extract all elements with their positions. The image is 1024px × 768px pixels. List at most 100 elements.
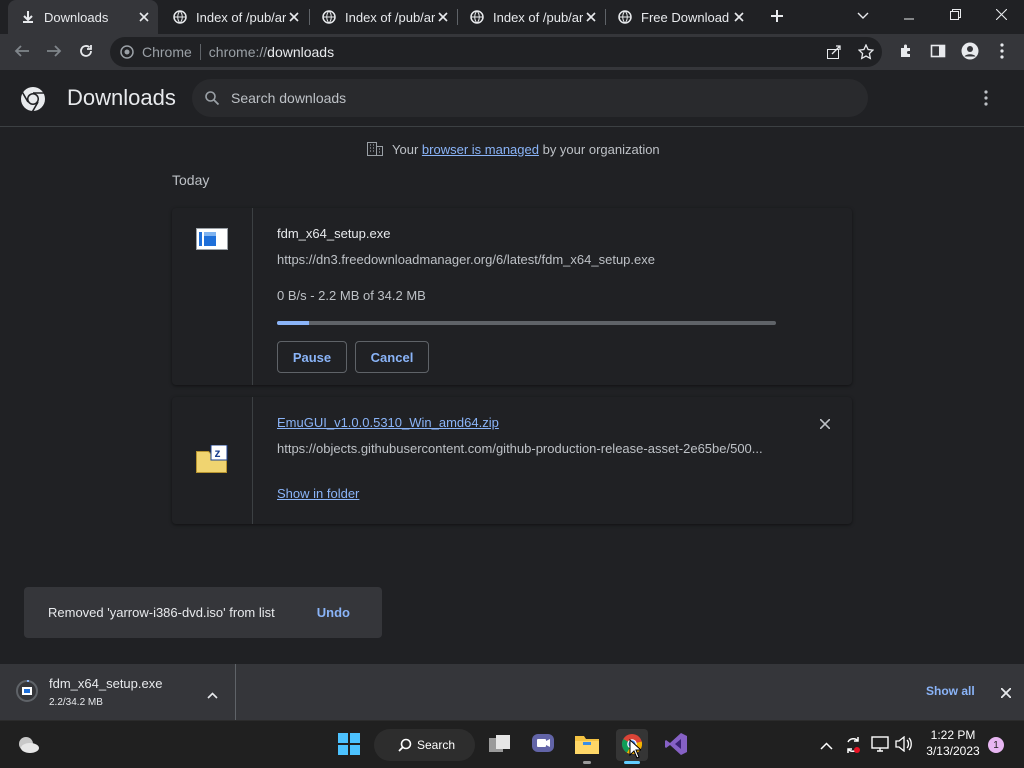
tab-downloads[interactable]: Downloads: [8, 0, 158, 34]
tab-title: Downloads: [44, 9, 109, 25]
tab-title: Index of /pub/ar: [493, 9, 583, 25]
close-tab-icon[interactable]: [731, 9, 747, 25]
download-filename-link[interactable]: EmuGUI_v1.0.0.5310_Win_amd64.zip: [277, 415, 499, 430]
chat-icon: [531, 733, 555, 758]
taskbar-search[interactable]: Search: [374, 729, 475, 761]
volume-icon[interactable]: [895, 735, 913, 755]
reload-icon: [78, 43, 94, 62]
tab-index-3[interactable]: Index of /pub/ar: [457, 0, 605, 34]
folder-icon: [574, 733, 600, 758]
start-button[interactable]: [333, 729, 365, 761]
chevron-up-icon[interactable]: [820, 738, 833, 753]
globe-icon: [321, 9, 337, 25]
cancel-button[interactable]: Cancel: [355, 341, 429, 373]
avatar-icon: [961, 42, 979, 63]
tab-title: Index of /pub/ar: [345, 9, 435, 25]
removed-toast: Removed 'yarrow-i386-dvd.iso' from list …: [24, 587, 382, 638]
star-icon[interactable]: [858, 44, 874, 60]
chevron-down-icon: [857, 8, 869, 23]
remove-download-icon[interactable]: [819, 417, 831, 432]
page-title: Downloads: [67, 85, 176, 110]
system-clock[interactable]: 1:22 PM 3/13/2023: [922, 728, 984, 758]
omnibox-url: chrome://downloads: [208, 44, 335, 60]
show-in-folder-link[interactable]: Show in folder: [277, 486, 359, 501]
browser-toolbar: Chrome chrome://downloads: [0, 34, 1024, 70]
tab-index-1[interactable]: Index of /pub/ar: [160, 0, 308, 34]
taskbar-search-label: Search: [417, 738, 456, 752]
minimize-icon: [904, 8, 914, 23]
address-bar[interactable]: Chrome chrome://downloads: [110, 37, 882, 67]
tab-title: Free Download: [641, 9, 730, 25]
omnibox-site-label: Chrome: [142, 44, 192, 60]
svg-text:z: z: [215, 446, 221, 460]
download-item: z EmuGUI_v1.0.0.5310_Win_amd64.zip https…: [172, 397, 852, 524]
puzzle-icon: [898, 43, 914, 62]
extensions-button[interactable]: [892, 38, 920, 66]
close-icon: [995, 8, 1007, 23]
tab-index-2[interactable]: Index of /pub/ar: [309, 0, 457, 34]
side-panel-button[interactable]: [924, 38, 952, 66]
close-tab-icon[interactable]: [435, 9, 451, 25]
kebab-menu-icon: [1000, 42, 1004, 62]
task-view-icon: [488, 734, 512, 757]
sync-icon[interactable]: [843, 735, 863, 758]
back-button[interactable]: [8, 38, 36, 66]
new-tab-button[interactable]: [762, 2, 792, 32]
arrow-right-icon: [46, 43, 62, 62]
windows-logo-icon: [338, 732, 360, 758]
download-filename: fdm_x64_setup.exe: [277, 226, 391, 241]
download-url: https://objects.githubusercontent.com/gi…: [277, 441, 763, 456]
download-status: 0 B/s - 2.2 MB of 34.2 MB: [277, 288, 426, 303]
windows-taskbar: Search 1:22 PM 3/13/2023 1: [0, 720, 1024, 768]
close-shelf-icon[interactable]: [1000, 686, 1012, 701]
chevron-up-icon[interactable]: [207, 687, 218, 702]
share-icon[interactable]: [826, 44, 842, 60]
visual-studio-button[interactable]: [660, 729, 692, 761]
side-panel-icon: [930, 43, 946, 62]
forward-button[interactable]: [40, 38, 68, 66]
weather-widget[interactable]: [12, 729, 44, 761]
tab-free-download[interactable]: Free Download: [605, 0, 753, 34]
globe-icon: [617, 9, 633, 25]
profile-button[interactable]: [956, 38, 984, 66]
file-explorer-button[interactable]: [571, 729, 603, 764]
search-icon: [398, 738, 412, 752]
building-icon: [366, 141, 384, 157]
teams-chat-button[interactable]: [527, 729, 559, 761]
task-view-button[interactable]: [484, 729, 516, 761]
exe-file-icon: [196, 228, 228, 253]
globe-icon: [469, 9, 485, 25]
undo-button[interactable]: Undo: [317, 605, 350, 620]
section-today: Today: [172, 172, 210, 188]
reload-button[interactable]: [72, 38, 100, 66]
shelf-filename: fdm_x64_setup.exe: [49, 676, 163, 691]
show-all-button[interactable]: Show all: [926, 684, 975, 698]
toast-message: Removed 'yarrow-i386-dvd.iso' from list: [48, 605, 275, 620]
exe-file-icon: [16, 679, 38, 705]
close-window-button[interactable]: [978, 0, 1024, 30]
download-url: https://dn3.freedownloadmanager.org/6/la…: [277, 252, 655, 267]
close-tab-icon[interactable]: [583, 9, 599, 25]
cloud-icon: [16, 734, 40, 757]
browser-managed-link[interactable]: browser is managed: [422, 142, 539, 157]
tab-search-button[interactable]: [840, 0, 886, 30]
tab-strip: Downloads Index of /pub/ar Index of /pub…: [0, 0, 1024, 34]
pause-button[interactable]: Pause: [277, 341, 347, 373]
search-input[interactable]: Search downloads: [231, 90, 346, 106]
close-tab-icon[interactable]: [136, 9, 152, 25]
zip-folder-icon: z: [196, 444, 228, 476]
minimize-button[interactable]: [886, 0, 932, 30]
downloads-menu-icon[interactable]: [984, 90, 988, 109]
restore-button[interactable]: [932, 0, 978, 30]
search-icon: [205, 91, 219, 105]
download-item: fdm_x64_setup.exe https://dn3.freedownlo…: [172, 208, 852, 385]
chrome-menu-button[interactable]: [988, 38, 1016, 66]
tab-title: Index of /pub/ar: [196, 9, 286, 25]
download-icon: [20, 9, 36, 25]
network-icon[interactable]: [871, 736, 889, 755]
visual-studio-icon: [664, 732, 688, 759]
shelf-item[interactable]: fdm_x64_setup.exe 2.2/34.2 MB: [0, 664, 236, 720]
close-tab-icon[interactable]: [286, 9, 302, 25]
notification-badge[interactable]: 1: [988, 737, 1004, 753]
search-downloads-field[interactable]: Search downloads: [192, 79, 868, 117]
